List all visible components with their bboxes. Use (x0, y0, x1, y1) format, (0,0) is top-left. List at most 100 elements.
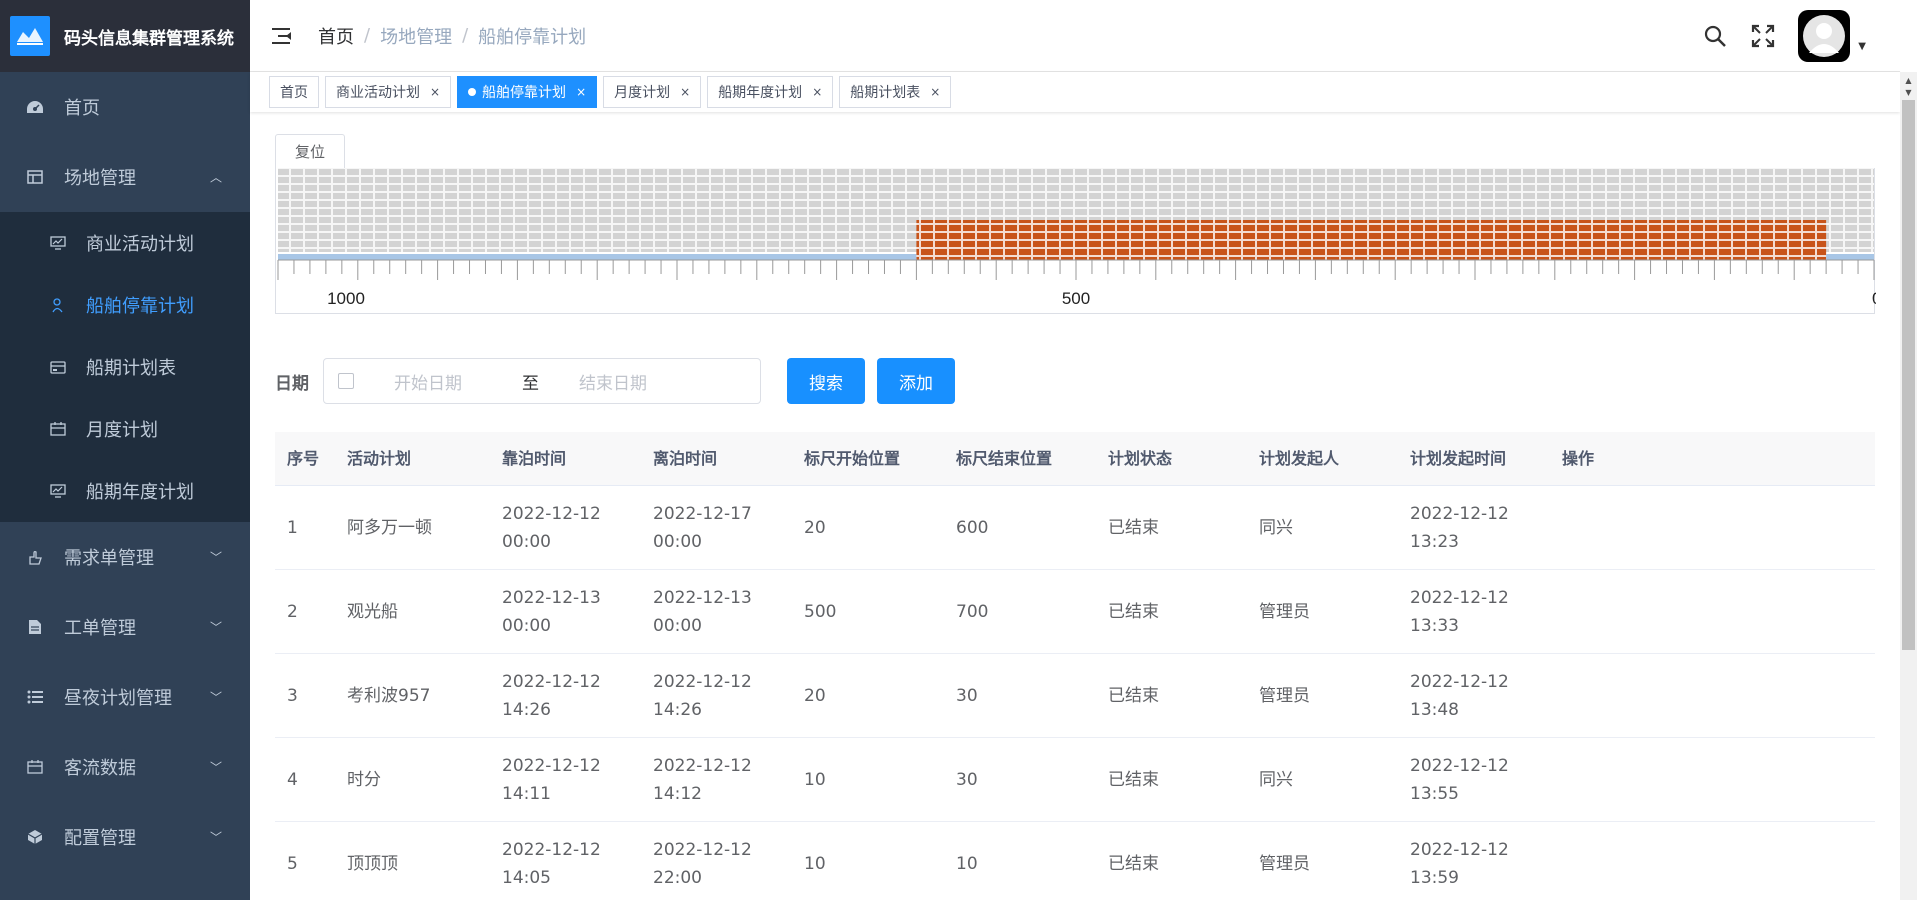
sidebar-item-label: 船舶停靠计划 (86, 296, 194, 317)
hamburger-icon[interactable] (272, 27, 294, 45)
table-cell: 2 (287, 601, 298, 622)
table-cell: 20 (804, 685, 826, 706)
table-cell: 4 (287, 769, 298, 790)
tag-business-plan[interactable]: 商业活动计划 × (325, 76, 452, 108)
chevron-down-icon: ﹀ (209, 690, 222, 705)
table-cell: 2022-12-12 00:00 (502, 503, 601, 552)
table-cell: 30 (956, 685, 978, 706)
close-icon[interactable]: × (680, 85, 690, 99)
date-range-picker[interactable]: 开始日期 至 结束日期 (323, 358, 761, 404)
start-date-input[interactable]: 开始日期 (394, 369, 462, 394)
tag-home[interactable]: 首页 (269, 76, 319, 108)
sidebar-item-site-management[interactable]: 场地管理 ︿ (0, 142, 250, 212)
table-row: 3 考利波957 2022-12-12 14:26 2022-12-12 14:26 2… (275, 654, 1875, 738)
table-cell: 2022-12-12 13:55 (1410, 755, 1509, 804)
end-date-input[interactable]: 结束日期 (579, 369, 647, 394)
sidebar-item-label: 客流数据 (64, 758, 136, 779)
date-label: 日期 (275, 373, 309, 394)
app-title: 码头信息集群管理系统 (64, 28, 234, 49)
table-cell: 同兴 (1259, 769, 1293, 790)
close-icon[interactable]: × (812, 85, 822, 99)
table-cell: 管理员 (1259, 685, 1310, 706)
table-cell: 700 (956, 601, 989, 622)
table-cell: 2022-12-12 14:05 (502, 839, 601, 888)
sidebar-item-label: 首页 (64, 98, 100, 119)
sidebar-item-day-night-plan[interactable]: 昼夜计划管理 ﹀ (0, 662, 250, 732)
tag-label: 船舶停靠计划 (482, 85, 567, 101)
table-cell: 2022-12-12 14:11 (502, 755, 601, 804)
sidebar-item-label: 昼夜计划管理 (64, 688, 172, 709)
table-cell: 3 (287, 685, 298, 706)
hand-icon (26, 548, 44, 566)
breadcrumb-home[interactable]: 首页 (318, 23, 354, 49)
sidebar-item-monthly-plan[interactable]: 月度计划 (0, 398, 250, 460)
sidebar-item-demand-management[interactable]: 需求单管理 ﹀ (0, 522, 250, 592)
tag-monthly-plan[interactable]: 月度计划 × (603, 76, 702, 108)
avatar[interactable] (1798, 10, 1851, 62)
close-icon[interactable]: × (930, 85, 940, 99)
column-header: 标尺结束位置 (956, 448, 1053, 468)
caret-down-icon[interactable]: ▼ (1858, 41, 1866, 52)
table-cell: 已结束 (1108, 853, 1159, 874)
table-cell: 2022-12-17 00:00 (653, 503, 752, 552)
table-cell: 30 (956, 769, 978, 790)
table-cell: 已结束 (1108, 685, 1159, 706)
table-cell: 20 (804, 517, 826, 538)
monitor-icon (50, 483, 66, 499)
table-cell: 已结束 (1108, 601, 1159, 622)
calendar-icon (26, 758, 44, 776)
tag-label: 船期计划表 (850, 85, 921, 101)
sidebar-item-annual-ship-plan[interactable]: 船期年度计划 (0, 460, 250, 522)
calendar-icon (338, 373, 354, 389)
chevron-down-icon: ﹀ (209, 830, 222, 845)
sidebar-item-ship-berthing-plan[interactable]: 船舶停靠计划 (0, 274, 250, 336)
table-cell: 已结束 (1108, 517, 1159, 538)
document-icon (26, 618, 44, 636)
sidebar-item-label: 月度计划 (86, 420, 158, 441)
vertical-scrollbar[interactable]: ▲ ▼ (1900, 72, 1917, 900)
scrollbar-thumb[interactable] (1902, 100, 1915, 650)
sidebar-item-business-plan[interactable]: 商业活动计划 (0, 212, 250, 274)
sidebar-item-label: 配置管理 (64, 828, 136, 849)
ruler-tick-label: 500 (1062, 289, 1090, 308)
search-icon[interactable] (1702, 23, 1728, 49)
close-icon[interactable]: × (576, 85, 586, 99)
tag-ship-schedule[interactable]: 船期计划表 × (839, 76, 952, 108)
sidebar-item-ship-schedule[interactable]: 船期计划表 (0, 336, 250, 398)
table-row: 5 顶顶顶 2022-12-12 14:05 2022-12-12 22:00 10 10… (275, 822, 1875, 900)
ruler-tick-label: 0 (1872, 289, 1876, 308)
breadcrumb-separator: / (364, 25, 371, 46)
add-button[interactable]: 添加 (877, 358, 955, 404)
table-cell: 同兴 (1259, 517, 1293, 538)
close-icon[interactable]: × (430, 85, 440, 99)
reset-button[interactable]: 复位 (275, 134, 345, 168)
breadcrumb-site-management[interactable]: 场地管理 (380, 23, 452, 49)
tag-annual-ship-plan[interactable]: 船期年度计划 × (707, 76, 834, 108)
column-header: 活动计划 (347, 448, 412, 468)
tag-ship-berthing-plan[interactable]: 船舶停靠计划 × (457, 76, 598, 108)
sidebar-item-home[interactable]: 首页 (0, 72, 250, 142)
table-cell: 顶顶顶 (347, 853, 398, 874)
table-header: 序号 活动计划 靠泊时间 离泊时间 标尺开始位置 标尺结束位置 计划状态 计划发… (275, 432, 1875, 486)
sidebar-item-config-management[interactable]: 配置管理 ﹀ (0, 802, 250, 872)
table-cell: 2022-12-13 00:00 (653, 587, 752, 636)
table-cell: 已结束 (1108, 769, 1159, 790)
scroll-down-icon[interactable]: ▼ (1900, 84, 1917, 101)
sidebar-item-passenger-flow[interactable]: 客流数据 ﹀ (0, 732, 250, 802)
berth-ruler-canvas[interactable]: 1000 500 0 (276, 168, 1876, 314)
table-cell: 管理员 (1259, 853, 1310, 874)
submenu-site-management: 商业活动计划 船舶停靠计划 船期计划表 月度计划 船期年度计划 (0, 212, 250, 522)
ruler-occupied-block (916, 220, 1827, 260)
cube-icon (26, 828, 44, 846)
header-right: ▼ (1702, 0, 1900, 72)
table-cell: 考利波957 (347, 685, 431, 706)
chevron-up-icon: ︿ (209, 170, 222, 185)
sidebar-item-work-order-management[interactable]: 工单管理 ﹀ (0, 592, 250, 662)
search-button[interactable]: 搜索 (787, 358, 865, 404)
fullscreen-icon[interactable] (1750, 23, 1776, 49)
table-cell: 500 (804, 601, 837, 622)
sidebar-item-label: 商业活动计划 (86, 234, 194, 255)
table-cell: 2022-12-12 13:23 (1410, 503, 1509, 552)
chevron-down-icon: ﹀ (209, 760, 222, 775)
chevron-down-icon: ﹀ (209, 620, 222, 635)
